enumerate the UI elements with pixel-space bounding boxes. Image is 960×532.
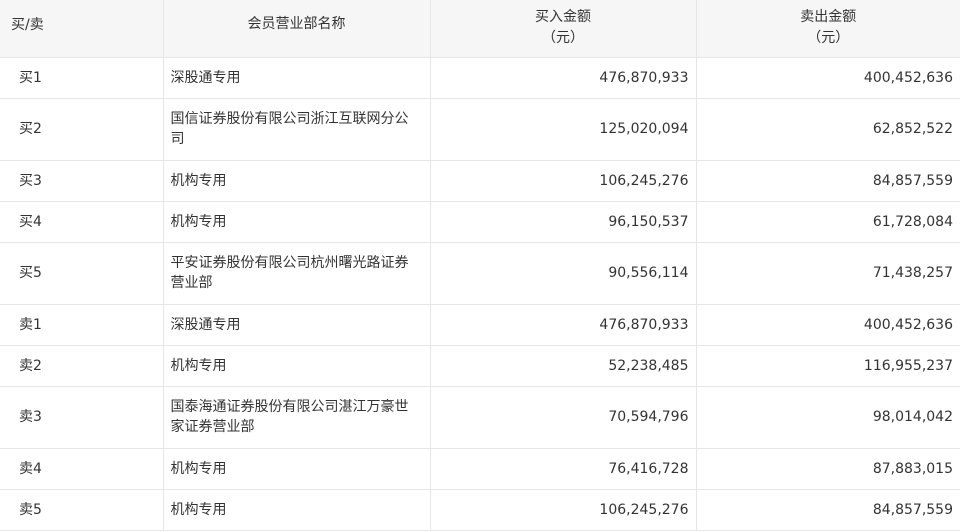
buy-amount: 76,416,728 (430, 448, 697, 490)
buy-amount: 96,150,537 (430, 201, 697, 243)
buy-amount: 90,556,114 (430, 242, 697, 305)
table-row: 卖3 国泰海通证券股份有限公司湛江万豪世家证券营业部 70,594,796 98… (0, 386, 960, 449)
row-type: 卖5 (0, 489, 164, 531)
table-row: 买1 深股通专用 476,870,933 400,452,636 (0, 57, 960, 99)
branch-name: 机构专用 (163, 345, 431, 387)
branch-name: 深股通专用 (163, 304, 431, 346)
buy-amount: 52,238,485 (430, 345, 697, 387)
table-header: 买/卖 会员营业部名称 买入金额 （元） 卖出金额 （元） (0, 0, 960, 58)
buy-amount: 106,245,276 (430, 160, 697, 202)
table-row: 卖2 机构专用 52,238,485 116,955,237 (0, 345, 960, 387)
sell-amount: 62,852,522 (696, 98, 960, 161)
sell-amount: 84,857,559 (696, 489, 960, 531)
row-type: 买5 (0, 242, 164, 305)
branch-name: 国泰海通证券股份有限公司湛江万豪世家证券营业部 (163, 386, 431, 449)
buy-amount-unit: （元） (542, 30, 584, 47)
sell-amount: 98,014,042 (696, 386, 960, 449)
table-row: 卖4 机构专用 76,416,728 87,883,015 (0, 448, 960, 490)
row-type: 买2 (0, 98, 164, 161)
sell-amount: 400,452,636 (696, 304, 960, 346)
row-type: 买1 (0, 57, 164, 99)
table-row: 卖5 机构专用 106,245,276 84,857,559 (0, 489, 960, 531)
sell-amount: 84,857,559 (696, 160, 960, 202)
branch-name: 机构专用 (163, 201, 431, 243)
column-header-buy-amount: 买入金额 （元） (430, 0, 697, 58)
branch-name: 平安证券股份有限公司杭州曙光路证券营业部 (163, 242, 431, 305)
table-row: 买4 机构专用 96,150,537 61,728,084 (0, 201, 960, 243)
row-type: 卖2 (0, 345, 164, 387)
branch-name: 国信证券股份有限公司浙江互联网分公司 (163, 98, 431, 161)
sell-amount: 71,438,257 (696, 242, 960, 305)
sell-amount: 400,452,636 (696, 57, 960, 99)
branch-name: 机构专用 (163, 160, 431, 202)
buy-amount: 125,020,094 (430, 98, 697, 161)
row-type: 卖4 (0, 448, 164, 490)
table-body: 买1 深股通专用 476,870,933 400,452,636 买2 国信证券… (0, 57, 960, 531)
header-row: 买/卖 会员营业部名称 买入金额 （元） 卖出金额 （元） (0, 0, 960, 58)
column-header-branch-name: 会员营业部名称 (163, 0, 431, 58)
buy-amount: 476,870,933 (430, 57, 697, 99)
buy-amount-title: 买入金额 (535, 9, 591, 26)
row-type: 买3 (0, 160, 164, 202)
sell-amount-unit: （元） (807, 30, 850, 47)
column-header-type: 买/卖 (0, 0, 164, 58)
column-header-sell-amount: 卖出金额 （元） (696, 0, 960, 58)
buy-amount: 106,245,276 (430, 489, 697, 531)
trading-seats-table: 买/卖 会员营业部名称 买入金额 （元） 卖出金额 （元） 买1 深股通专用 4… (0, 0, 960, 531)
buy-amount: 70,594,796 (430, 386, 697, 449)
branch-name: 深股通专用 (163, 57, 431, 99)
row-type: 卖1 (0, 304, 164, 346)
branch-name: 机构专用 (163, 489, 431, 531)
sell-amount: 87,883,015 (696, 448, 960, 490)
buy-amount: 476,870,933 (430, 304, 697, 346)
sell-amount: 116,955,237 (696, 345, 960, 387)
sell-amount-title: 卖出金额 (800, 9, 857, 26)
row-type: 卖3 (0, 386, 164, 449)
table-row: 卖1 深股通专用 476,870,933 400,452,636 (0, 304, 960, 346)
sell-amount: 61,728,084 (696, 201, 960, 243)
table-row: 买2 国信证券股份有限公司浙江互联网分公司 125,020,094 62,852… (0, 98, 960, 161)
branch-name: 机构专用 (163, 448, 431, 490)
table-row: 买5 平安证券股份有限公司杭州曙光路证券营业部 90,556,114 71,43… (0, 242, 960, 305)
table-row: 买3 机构专用 106,245,276 84,857,559 (0, 160, 960, 202)
row-type: 买4 (0, 201, 164, 243)
